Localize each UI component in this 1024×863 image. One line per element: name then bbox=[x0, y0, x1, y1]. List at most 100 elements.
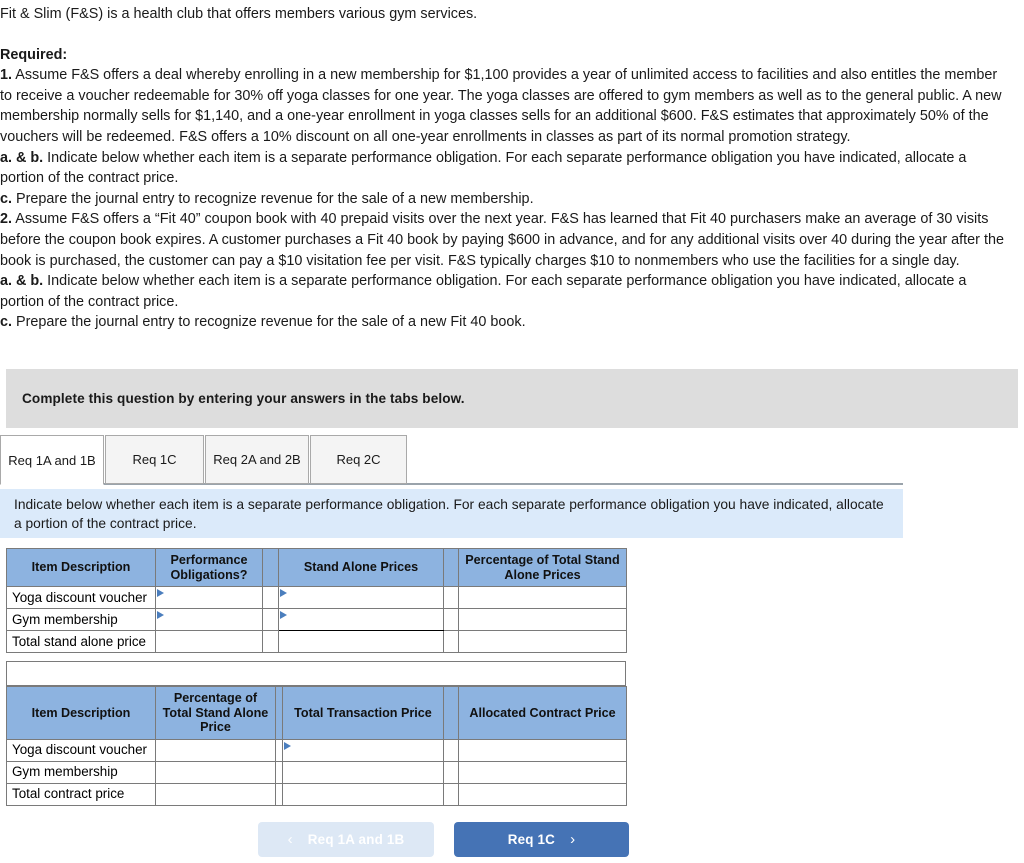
header-spacer-1 bbox=[262, 548, 279, 587]
question-2c: c. Prepare the journal entry to recogniz… bbox=[0, 312, 1006, 333]
header-allocated-contract-price: Allocated Contract Price bbox=[458, 686, 627, 740]
cell-spacer bbox=[275, 738, 283, 762]
next-req-1c-button[interactable]: Req 1C › bbox=[454, 822, 629, 857]
cell-percentage-gym[interactable] bbox=[458, 608, 627, 631]
question-1c: c. Prepare the journal entry to recogniz… bbox=[0, 189, 1006, 210]
header-spacer-3 bbox=[275, 686, 283, 740]
cell-spacer bbox=[275, 782, 283, 806]
tab-navigation-bar: ‹ Req 1A and 1B Req 1C › bbox=[0, 822, 1024, 863]
chevron-left-icon: ‹ bbox=[287, 831, 293, 848]
dropdown-caret-icon bbox=[280, 611, 287, 619]
table-separator-row bbox=[6, 661, 626, 686]
question-2-number: 2. bbox=[0, 211, 13, 228]
question-2ab: a. & b. Indicate below whether each item… bbox=[0, 271, 1006, 312]
row-label-yoga-discount-voucher: Yoga discount voucher bbox=[6, 586, 156, 609]
question-2c-number: c. bbox=[0, 314, 13, 331]
cell-percentage-total[interactable] bbox=[458, 630, 627, 653]
question-2ab-text: Indicate below whether each item is a se… bbox=[0, 273, 967, 310]
cell2-allocated-gym[interactable] bbox=[458, 760, 627, 784]
cell-stand-alone-gym[interactable] bbox=[278, 608, 444, 631]
intro-paragraph: Fit & Slim (F&S) is a health club that o… bbox=[0, 6, 478, 22]
header-stand-alone-prices: Stand Alone Prices bbox=[278, 548, 444, 587]
header-spacer-2 bbox=[443, 548, 459, 587]
prev-req-1a-and-1b-button[interactable]: ‹ Req 1A and 1B bbox=[258, 822, 434, 857]
table-row: Total contract price bbox=[6, 782, 627, 806]
cell-stand-alone-total[interactable] bbox=[278, 630, 444, 653]
tab-req-2c[interactable]: Req 2C bbox=[310, 435, 407, 484]
table-row: Gym membership bbox=[6, 608, 627, 631]
row2-label-total-contract-price: Total contract price bbox=[6, 782, 156, 806]
header-item-description: Item Description bbox=[6, 548, 156, 587]
table-row: Yoga discount voucher bbox=[6, 738, 627, 762]
cell2-transaction-yoga[interactable] bbox=[282, 738, 444, 762]
table-row: Total stand alone price bbox=[6, 630, 627, 653]
row2-label-yoga-discount-voucher: Yoga discount voucher bbox=[6, 738, 156, 762]
cell-spacer bbox=[443, 586, 459, 609]
question-1ab-number: a. & b. bbox=[0, 149, 44, 166]
chevron-right-icon: › bbox=[570, 831, 576, 848]
cell-spacer bbox=[275, 760, 283, 784]
header-spacer-4 bbox=[443, 686, 459, 740]
question-1c-number: c. bbox=[0, 190, 13, 207]
cell-obligation-yoga[interactable] bbox=[155, 586, 263, 609]
complete-question-banner-text: Complete this question by entering your … bbox=[22, 391, 465, 406]
header-percentage-of-total-stand-alone-price: Percentage of Total Stand Alone Price bbox=[155, 686, 276, 740]
question-1c-text: Prepare the journal entry to recognize r… bbox=[12, 190, 534, 207]
question-2ab-number: a. & b. bbox=[0, 273, 44, 290]
cell2-transaction-gym[interactable] bbox=[282, 760, 444, 784]
tab-req-1a-and-1b-label: Req 1A and 1B bbox=[8, 452, 96, 468]
cell-spacer bbox=[262, 608, 279, 631]
cell2-allocated-yoga[interactable] bbox=[458, 738, 627, 762]
question-1: 1. Assume F&S offers a deal whereby enro… bbox=[0, 65, 1006, 147]
row-label-total-stand-alone-price: Total stand alone price bbox=[6, 630, 156, 653]
header-performance-obligations: Performance Obligations? bbox=[155, 548, 263, 587]
cell2-allocated-total[interactable] bbox=[458, 782, 627, 806]
allocated-contract-price-table: Item Description Percentage of Total Sta… bbox=[6, 686, 627, 806]
cell-obligation-total[interactable] bbox=[155, 630, 263, 653]
instruction-panel: Indicate below whether each item is a se… bbox=[0, 489, 903, 538]
dropdown-caret-icon bbox=[157, 611, 164, 619]
cell-spacer bbox=[262, 630, 279, 653]
blank-cell bbox=[6, 661, 626, 686]
question-1ab: a. & b. Indicate below whether each item… bbox=[0, 148, 1006, 189]
row2-label-gym-membership: Gym membership bbox=[6, 760, 156, 784]
required-label-text: Required: bbox=[0, 46, 68, 63]
cell-obligation-gym[interactable] bbox=[155, 608, 263, 631]
dropdown-caret-icon bbox=[157, 589, 164, 597]
tab-req-1c[interactable]: Req 1C bbox=[105, 435, 204, 484]
question-2-text: Assume F&S offers a “Fit 40” coupon book… bbox=[0, 211, 1004, 269]
question-1ab-text: Indicate below whether each item is a se… bbox=[0, 149, 967, 187]
blank-row bbox=[6, 661, 626, 686]
next-button-label: Req 1C bbox=[507, 832, 556, 847]
question-page: Fit & Slim (F&S) is a health club that o… bbox=[0, 0, 1024, 863]
cell-spacer bbox=[262, 586, 279, 609]
tab-req-2c-label: Req 2C bbox=[336, 452, 381, 467]
tab-req-1a-and-1b[interactable]: Req 1A and 1B bbox=[0, 435, 104, 485]
question-1-text: Assume F&S offers a deal whereby enrolli… bbox=[0, 67, 1002, 145]
table-header-row: Item Description Performance Obligations… bbox=[6, 548, 627, 587]
cell2-percentage-total[interactable] bbox=[155, 782, 276, 806]
header-total-transaction-price: Total Transaction Price bbox=[282, 686, 444, 740]
table-header-row: Item Description Percentage of Total Sta… bbox=[6, 686, 627, 740]
row-label-gym-membership: Gym membership bbox=[6, 608, 156, 631]
dropdown-caret-icon bbox=[284, 741, 291, 750]
instruction-text: Indicate below whether each item is a se… bbox=[14, 497, 884, 531]
tab-strip: Req 1A and 1B Req 1C Req 2A and 2B Req 2… bbox=[0, 435, 1024, 487]
cell-spacer bbox=[443, 608, 459, 631]
cell2-percentage-gym[interactable] bbox=[155, 760, 276, 784]
cell2-transaction-total[interactable] bbox=[282, 782, 444, 806]
tab-req-2a-and-2b[interactable]: Req 2A and 2B bbox=[205, 435, 309, 484]
cell-stand-alone-yoga[interactable] bbox=[278, 586, 444, 609]
complete-question-banner: Complete this question by entering your … bbox=[6, 369, 1018, 428]
cell-spacer bbox=[443, 760, 459, 784]
table-row: Yoga discount voucher bbox=[6, 586, 627, 609]
cell-spacer bbox=[443, 630, 459, 653]
required-label: Required: bbox=[0, 45, 1006, 66]
cell-spacer bbox=[443, 738, 459, 762]
question-2: 2. Assume F&S offers a “Fit 40” coupon b… bbox=[0, 209, 1006, 271]
cell2-percentage-yoga[interactable] bbox=[155, 738, 276, 762]
tab-req-2a-and-2b-label: Req 2A and 2B bbox=[213, 452, 301, 467]
cell-spacer bbox=[443, 782, 459, 806]
cell-percentage-yoga[interactable] bbox=[458, 586, 627, 609]
